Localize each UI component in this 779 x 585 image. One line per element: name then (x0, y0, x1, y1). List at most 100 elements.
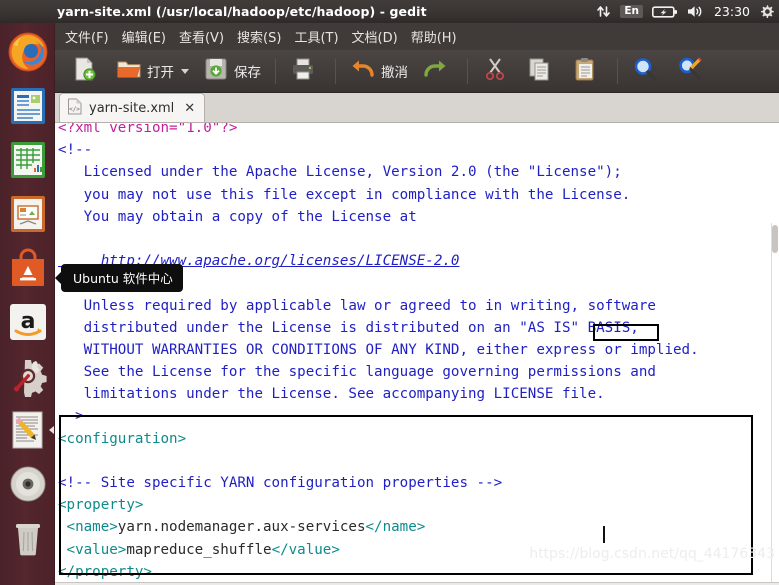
gedit-tabbar: </> yarn-site.xml ✕ (55, 93, 779, 123)
launcher-item-gedit[interactable] (0, 403, 55, 457)
close-icon[interactable]: ✕ (184, 101, 195, 116)
code-line: you may not use this file except in comp… (58, 184, 699, 206)
gedit-window: 文件(F) 编辑(E) 查看(V) 搜索(S) 工具(T) 文档(D) 帮助(H… (55, 23, 779, 585)
code-segment: Licensed under the Apache License, Versi… (58, 164, 622, 181)
launcher-item-libreoffice-impress[interactable] (0, 187, 55, 241)
clipboard-paste-icon (572, 56, 598, 86)
session-gear-icon[interactable] (759, 0, 775, 23)
scissors-icon (482, 56, 508, 86)
menu-tools[interactable]: 工具(T) (294, 27, 338, 46)
print-document-button[interactable] (284, 53, 327, 89)
tab-title: yarn-site.xml (89, 100, 175, 116)
launcher-item-trash[interactable] (0, 511, 55, 565)
copy-pages-icon (527, 56, 553, 86)
paste-button[interactable] (566, 53, 609, 89)
save-document-button[interactable]: 保存 (197, 53, 267, 89)
panel-clock[interactable]: 23:30 (714, 4, 750, 19)
svg-text:</>: </> (69, 106, 80, 113)
launcher-item-firefox[interactable] (0, 25, 55, 79)
menu-help[interactable]: 帮助(H) (411, 27, 457, 46)
code-line: <?xml version="1.0"?> (58, 123, 699, 139)
new-file-icon (71, 56, 97, 86)
svg-text:a: a (20, 309, 35, 334)
launcher-tooltip: Ubuntu 软件中心 (61, 264, 183, 292)
toolbar-separator-4 (617, 58, 618, 84)
launcher-item-system-settings[interactable] (0, 349, 55, 403)
text-editor-pencil-icon (7, 409, 49, 451)
find-button[interactable] (626, 53, 669, 89)
firefox-icon (7, 31, 49, 73)
menu-edit[interactable]: 编辑(E) (122, 27, 166, 46)
gedit-toolbar: 打开 保存 撤消 (55, 50, 779, 93)
panel-indicators: En 23:30 (596, 0, 779, 23)
code-line: You may obtain a copy of the License at (58, 206, 699, 228)
menu-file[interactable]: 文件(F) (65, 27, 109, 46)
vertical-scrollbar[interactable] (771, 223, 779, 585)
menu-search[interactable]: 搜索(S) (237, 27, 281, 46)
open-document-button[interactable]: 打开 (110, 53, 195, 89)
trash-bin-icon (7, 517, 49, 559)
undo-button[interactable]: 撤消 (344, 53, 414, 89)
keyboard-layout-indicator[interactable]: En (620, 0, 643, 23)
code-line: <!-- (58, 139, 699, 161)
magnifier-pencil-icon (677, 56, 703, 86)
text-cursor (603, 526, 605, 543)
launcher-item-ubuntu-software-center[interactable] (0, 241, 55, 295)
cd-disc-icon (7, 463, 49, 505)
xml-file-icon: </> (67, 98, 83, 119)
code-segment: <!-- (58, 142, 93, 159)
chevron-down-icon[interactable] (181, 68, 189, 74)
tab-yarn-site-xml[interactable]: </> yarn-site.xml ✕ (59, 93, 206, 122)
window-title: yarn-site.xml (/usr/local/hadoop/etc/had… (57, 4, 427, 19)
save-document-label: 保存 (234, 65, 261, 81)
menu-view[interactable]: 查看(V) (179, 27, 224, 46)
open-document-label: 打开 (147, 65, 174, 81)
code-line: WITHOUT WARRANTIES OR CONDITIONS OF ANY … (58, 339, 699, 361)
save-disk-icon (203, 56, 229, 86)
scrollbar-thumb[interactable] (772, 225, 778, 253)
launcher-item-amazon[interactable]: a (0, 295, 55, 349)
document-writer-icon (7, 85, 49, 127)
small-annotation-box (593, 324, 659, 341)
redo-arrow-icon (422, 56, 448, 86)
undo-label: 撤消 (381, 65, 408, 81)
watermark-text: https://blog.csdn.net/qq_44176343 (529, 545, 775, 562)
code-segment: You may obtain a copy of the License at (58, 208, 417, 225)
code-segment: Unless required by applicable law or agr… (58, 297, 656, 314)
toolbar-separator-2 (335, 58, 336, 84)
code-segment: WITHOUT WARRANTIES OR CONDITIONS OF ANY … (58, 341, 699, 358)
code-segment: <?xml version="1.0"?> (58, 123, 238, 136)
gear-wrench-icon (7, 355, 49, 397)
redo-button[interactable] (416, 53, 459, 89)
cut-button[interactable] (476, 53, 519, 89)
code-line: limitations under the License. See accom… (58, 383, 699, 405)
menu-documents[interactable]: 文档(D) (352, 27, 398, 46)
unity-launcher: a (0, 23, 55, 585)
undo-arrow-icon (350, 56, 376, 86)
code-segment: you may not use this file except in comp… (58, 186, 631, 203)
spreadsheet-calc-icon (7, 139, 49, 181)
battery-icon[interactable] (651, 0, 678, 23)
code-segment: distributed under the License is distrib… (58, 319, 639, 336)
code-line: Unless required by applicable law or agr… (58, 295, 699, 317)
top-panel: yarn-site.xml (/usr/local/hadoop/etc/had… (0, 0, 779, 23)
amazon-icon: a (7, 301, 49, 343)
network-arrows-icon[interactable] (596, 0, 611, 23)
open-folder-icon (116, 56, 142, 86)
software-center-icon (7, 247, 49, 289)
magnifier-icon (632, 56, 658, 86)
launcher-item-disk-image[interactable] (0, 457, 55, 511)
launcher-item-libreoffice-calc[interactable] (0, 133, 55, 187)
text-editor-area[interactable]: <?xml version="1.0"?> <!-- Licensed under… (55, 123, 779, 585)
code-line: Licensed under the Apache License, Versi… (58, 161, 699, 183)
launcher-item-libreoffice-writer[interactable] (0, 79, 55, 133)
copy-button[interactable] (521, 53, 564, 89)
new-document-button[interactable] (65, 53, 108, 89)
presentation-impress-icon (7, 193, 49, 235)
toolbar-separator-3 (467, 58, 468, 84)
replace-button[interactable] (671, 53, 714, 89)
desktop-screen: yarn-site.xml (/usr/local/hadoop/etc/had… (0, 0, 779, 585)
printer-icon (290, 56, 316, 86)
volume-icon[interactable] (687, 0, 705, 23)
keyboard-layout-label: En (620, 4, 643, 19)
